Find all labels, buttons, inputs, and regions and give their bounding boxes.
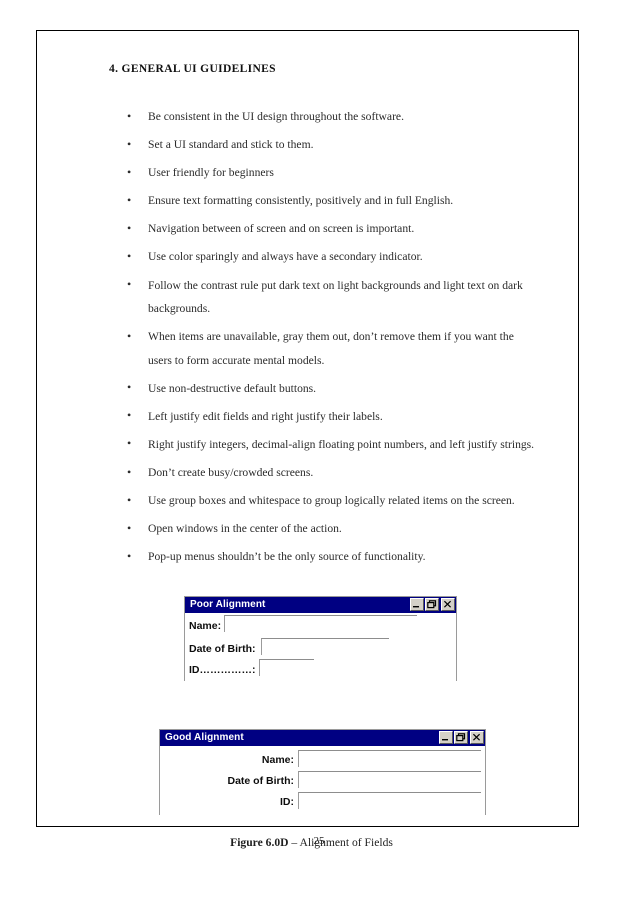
date-of-birth-input[interactable] — [298, 770, 481, 788]
minimize-icon[interactable] — [439, 731, 453, 745]
page-title: 4. GENERAL UI GUIDELINES — [109, 63, 276, 75]
list-item: Set a UI standard and stick to them. — [127, 133, 546, 157]
good-alignment-body: Name: Date of Birth: ID: — [160, 745, 485, 815]
list-item: Left justify edit fields and right justi… — [127, 404, 546, 429]
window-title: Poor Alignment — [190, 598, 266, 610]
poor-field-id: ID……………: — [189, 658, 314, 677]
field-label: Name: — [261, 753, 294, 766]
list-item: Don’t create busy/crowded screens. — [127, 461, 546, 485]
name-input[interactable] — [298, 749, 481, 767]
list-item: Use non-destructive default buttons. — [127, 376, 546, 401]
list-item: Right justify integers, decimal-align fl… — [127, 432, 546, 457]
page-number: 25 — [313, 835, 325, 847]
field-label: Date of Birth: — [227, 774, 295, 787]
field-label: Name: — [189, 619, 222, 632]
poor-alignment-titlebar[interactable]: Poor Alignment — [185, 596, 456, 613]
date-of-birth-input[interactable] — [260, 637, 389, 655]
name-input[interactable] — [224, 614, 418, 632]
good-field-dob: Date of Birth: — [164, 770, 481, 788]
figure-alignment-of-fields: Poor Alignment Name: Date of Birth: ID……… — [71, 595, 552, 856]
restore-icon[interactable] — [454, 731, 468, 745]
poor-field-name: Name: — [189, 614, 418, 633]
good-field-id: ID: — [164, 791, 481, 809]
close-icon[interactable] — [441, 598, 455, 612]
poor-alignment-body: Name: Date of Birth: ID……………: — [185, 612, 456, 681]
list-item: Navigation between of screen and on scre… — [127, 217, 546, 241]
restore-icon[interactable] — [425, 598, 439, 612]
window-controls — [438, 731, 484, 745]
good-alignment-titlebar[interactable]: Good Alignment — [160, 729, 485, 746]
field-label: Date of Birth: — [189, 642, 256, 655]
list-item: When items are unavailable, gray them ou… — [127, 325, 546, 372]
poor-field-dob: Date of Birth: — [189, 637, 389, 656]
guidelines-list: Be consistent in the UI design throughou… — [71, 105, 552, 569]
list-item: Open windows in the center of the action… — [127, 517, 546, 541]
field-label: ID: — [280, 795, 294, 808]
poor-alignment-window: Poor Alignment Name: Date of Birth: ID……… — [184, 595, 457, 681]
page-content-area: 4. GENERAL UI GUIDELINES Be consistent i… — [37, 31, 578, 849]
list-item: Follow the contrast rule put dark text o… — [127, 273, 546, 321]
good-alignment-window: Good Alignment Name: Date of Birth: ID: — [159, 728, 486, 815]
list-item: User friendly for beginners — [127, 161, 546, 185]
list-item: Use group boxes and whitespace to group … — [127, 489, 546, 513]
document-page: 4. GENERAL UI GUIDELINES Be consistent i… — [36, 30, 579, 849]
good-field-name: Name: — [164, 749, 481, 767]
list-item: Ensure text formatting consistently, pos… — [127, 189, 546, 213]
window-controls — [409, 598, 455, 612]
window-title: Good Alignment — [165, 731, 244, 743]
field-label: ID……………: — [189, 663, 256, 676]
id-input[interactable] — [298, 791, 481, 809]
list-item: Pop-up menus shouldn’t be the only sourc… — [127, 545, 546, 569]
list-item: Use color sparingly and always have a se… — [127, 245, 546, 269]
list-item: Be consistent in the UI design throughou… — [127, 105, 546, 129]
minimize-icon[interactable] — [410, 598, 424, 612]
id-input[interactable] — [258, 658, 314, 676]
close-icon[interactable] — [470, 731, 484, 745]
